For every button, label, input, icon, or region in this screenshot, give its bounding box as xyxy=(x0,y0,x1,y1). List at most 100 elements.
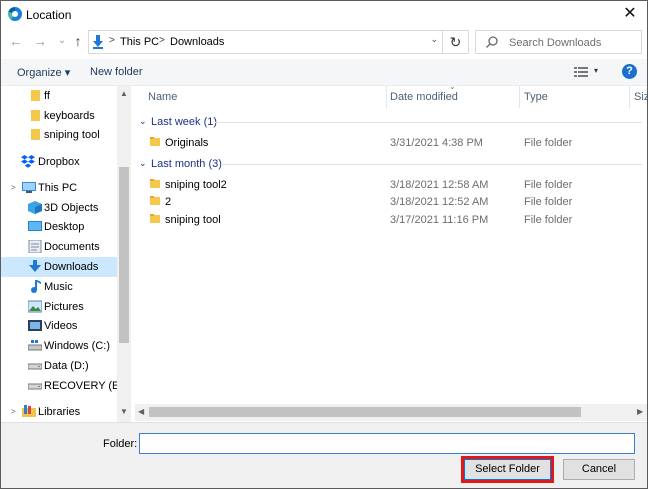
up-arrow-icon[interactable]: ↑ xyxy=(70,32,86,50)
folder-icon xyxy=(150,137,160,146)
nav-item-desktop[interactable]: Desktop xyxy=(1,217,117,237)
nav-item-label: Pictures xyxy=(44,301,84,313)
pictures-icon xyxy=(28,300,42,313)
breadcrumb-this-pc[interactable]: This PC xyxy=(120,36,159,48)
nav-item-pictures[interactable]: Pictures xyxy=(1,297,117,317)
nav-item-label: This PC xyxy=(38,182,78,194)
title-bar: Location ✕ xyxy=(1,1,647,27)
nav-vertical-scrollbar[interactable]: ▲ ▼ xyxy=(117,86,131,422)
videos-icon xyxy=(28,320,42,331)
file-type: File folder xyxy=(524,196,573,208)
file-date: 3/18/2021 12:58 AM xyxy=(390,179,489,191)
column-name[interactable]: Name xyxy=(148,91,177,103)
back-arrow-icon[interactable]: ← xyxy=(8,32,24,50)
file-name: sniping tool xyxy=(165,214,221,226)
nav-item-documents[interactable]: Documents xyxy=(1,237,117,257)
scroll-thumb[interactable] xyxy=(119,167,129,343)
folder-icon xyxy=(150,179,160,188)
nav-item-windows-c[interactable]: Windows (C:) xyxy=(1,336,117,356)
column-date-modified[interactable]: Date modified xyxy=(390,91,458,103)
nav-item-downloads[interactable]: Downloads xyxy=(1,257,117,277)
table-row[interactable]: 2 3/18/2021 12:52 AM File folder xyxy=(135,193,642,211)
collapse-chevron-icon[interactable]: ⌄ xyxy=(139,158,147,169)
downloads-arrow-icon xyxy=(93,35,103,49)
view-options-icon[interactable] xyxy=(574,66,588,78)
nav-item-label: 3D Objects xyxy=(44,202,99,214)
folder-icon xyxy=(150,214,160,223)
nav-item-3d-objects[interactable]: 3D Objects xyxy=(1,198,117,218)
list-horizontal-scrollbar[interactable]: ◀ ▶ xyxy=(135,404,647,421)
collapse-chevron-icon[interactable]: ⌄ xyxy=(139,116,147,127)
window-title: Location xyxy=(26,8,72,22)
downloads-icon xyxy=(29,260,41,272)
file-date: 3/18/2021 12:52 AM xyxy=(390,196,489,208)
nav-item-sniping-tool[interactable]: sniping tool xyxy=(1,125,117,145)
nav-item-videos[interactable]: Videos xyxy=(1,316,117,336)
scroll-up-icon[interactable]: ▲ xyxy=(120,89,128,98)
scroll-left-icon[interactable]: ◀ xyxy=(138,407,144,416)
file-name: 2 xyxy=(165,196,172,208)
nav-item-music[interactable]: Music xyxy=(1,277,117,297)
computer-icon xyxy=(22,182,36,193)
forward-arrow-icon[interactable]: → xyxy=(32,32,48,50)
scroll-down-icon[interactable]: ▼ xyxy=(120,407,128,416)
refresh-icon[interactable]: ↻ xyxy=(442,31,468,53)
nav-item-data-d[interactable]: Data (D:) xyxy=(1,356,117,376)
sort-caret-icon: ⌄ xyxy=(449,82,456,91)
nav-item-dropbox[interactable]: Dropbox xyxy=(1,152,117,172)
nav-item-label: Downloads xyxy=(44,261,99,273)
scroll-thumb[interactable] xyxy=(149,407,581,417)
folder-icon xyxy=(31,110,40,121)
file-date: 3/31/2021 4:38 PM xyxy=(390,137,483,149)
folder-icon xyxy=(150,196,160,205)
cancel-button[interactable]: Cancel xyxy=(563,459,635,480)
breadcrumb-separator: > xyxy=(109,35,115,46)
recent-locations-icon[interactable]: ⌄ xyxy=(54,32,70,50)
nav-item-label: Data (D:) xyxy=(44,360,89,372)
column-header-row: ⌄ Name Date modified Type Siz xyxy=(135,82,648,108)
nav-item-libraries[interactable]: > Libraries xyxy=(1,402,117,422)
nav-item-label: Windows (C:) xyxy=(44,340,111,352)
new-folder-button[interactable]: New folder xyxy=(90,66,143,78)
table-row[interactable]: Originals 3/31/2021 4:38 PM File folder xyxy=(135,134,642,152)
expand-chevron-icon[interactable]: > xyxy=(11,183,16,192)
column-divider[interactable] xyxy=(629,86,630,108)
organize-button[interactable]: Organize ▾ xyxy=(17,66,70,79)
dropbox-icon xyxy=(21,155,35,168)
column-divider[interactable] xyxy=(519,86,520,108)
expand-chevron-icon[interactable]: > xyxy=(11,407,16,416)
nav-item-label: Documents xyxy=(44,241,100,253)
select-folder-button[interactable]: Select Folder xyxy=(464,459,551,480)
group-divider xyxy=(221,164,642,165)
dialog-footer: Folder: Select Folder Cancel xyxy=(1,422,647,488)
address-bar[interactable]: > This PC > Downloads ⌄ ↻ xyxy=(88,30,469,54)
view-dropdown-icon[interactable]: ▾ xyxy=(594,66,598,75)
file-list: ⌄ Name Date modified Type Siz ⌄ Last wee… xyxy=(135,82,648,422)
column-divider[interactable] xyxy=(386,86,387,108)
group-label: Last week (1) xyxy=(151,116,218,128)
music-icon xyxy=(31,280,41,293)
nav-item-keyboards[interactable]: keyboards xyxy=(1,106,117,126)
breadcrumb-downloads[interactable]: Downloads xyxy=(170,36,224,48)
nav-item-label: Music xyxy=(44,281,73,293)
column-size[interactable]: Siz xyxy=(634,91,648,103)
nav-item-ff[interactable]: ff xyxy=(1,86,117,106)
search-box[interactable]: Search Downloads xyxy=(475,30,642,54)
table-row[interactable]: sniping tool2 3/18/2021 12:58 AM File fo… xyxy=(135,176,642,194)
folder-name-input[interactable] xyxy=(139,433,635,454)
address-dropdown-icon[interactable]: ⌄ xyxy=(430,34,438,45)
scroll-right-icon[interactable]: ▶ xyxy=(637,407,643,416)
group-header-last-month[interactable]: ⌄ Last month (3) xyxy=(135,155,642,173)
table-row[interactable]: sniping tool 3/17/2021 11:16 PM File fol… xyxy=(135,211,642,229)
help-icon[interactable]: ? xyxy=(622,64,637,79)
nav-item-this-pc[interactable]: > This PC xyxy=(1,178,117,198)
column-type[interactable]: Type xyxy=(524,91,548,103)
nav-item-recovery-e[interactable]: RECOVERY (E:) xyxy=(1,376,126,396)
close-icon[interactable]: ✕ xyxy=(621,5,639,23)
group-divider xyxy=(215,122,642,123)
group-header-last-week[interactable]: ⌄ Last week (1) xyxy=(135,113,642,131)
file-date: 3/17/2021 11:16 PM xyxy=(390,214,489,226)
nav-item-label: Libraries xyxy=(38,406,81,418)
drive-icon xyxy=(28,340,42,351)
search-placeholder: Search Downloads xyxy=(509,37,602,49)
